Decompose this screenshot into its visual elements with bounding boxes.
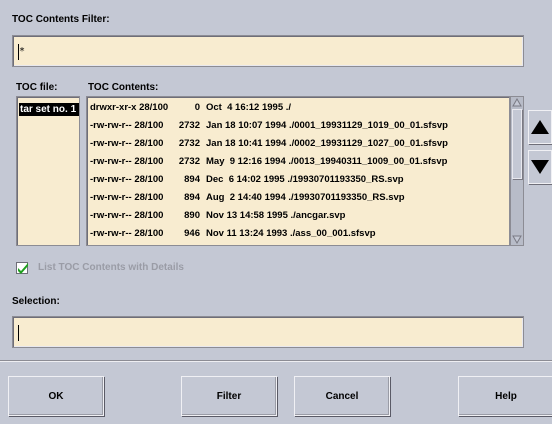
move-down-button[interactable] [528,150,552,184]
text-caret [18,325,19,341]
toc-row-filename: ./0013_19940311_1009_00_01.sfsvp [288,156,448,167]
arrow-up-icon [531,120,549,134]
toc-row-size: 2732 [178,138,200,149]
toc-contents-label: TOC Contents: [88,82,159,93]
scroll-up-icon[interactable] [512,98,522,108]
ok-button[interactable]: OK [8,376,104,416]
toc-row-size: 894 [184,192,200,203]
check-icon [18,263,28,274]
details-checkbox-label: List TOC Contents with Details [38,262,184,273]
toc-row-date: Jan 18 10:41 1994 [206,138,287,149]
scroll-down-icon[interactable] [512,234,522,244]
selection-label: Selection: [12,296,60,307]
toc-row-filename: ./ass_00_001.sfsvp [289,228,376,239]
toc-row-date: Nov 11 13:24 1993 [206,228,288,239]
toc-row-date: Oct 4 16:12 1995 [206,102,284,113]
toc-row-permissions: -rw-rw-r-- 28/100 [90,138,164,149]
filter-button[interactable]: Filter [181,376,277,416]
toc-row-size: 2732 [178,120,200,131]
toc-row-permissions: -rw-rw-r-- 28/100 [90,174,164,185]
toc-row-filename: ./19930701193350_RS.svp [287,174,404,185]
toc-file-list[interactable]: tar set no. 1 [16,96,80,246]
toc-contents-list[interactable]: drwxr-xr-x 28/100 0 Oct 4 16:12 1995 ./ -rw… [86,96,510,246]
toc-row-permissions: -rw-rw-r-- 28/100 [90,210,164,221]
toc-row-date: Dec 6 14:02 1995 [206,174,285,185]
details-checkbox[interactable] [16,262,28,274]
toc-row-size: 890 [184,210,200,221]
filter-input[interactable]: * [12,35,524,67]
toc-row-date: May 9 12:16 1994 [206,156,286,167]
toc-row[interactable]: -rw-rw-r-- 28/100 894 Aug 2 14:40 1994 ./1… [90,190,405,206]
toc-row-permissions: -rw-rw-r-- 28/100 [90,156,164,167]
toc-row-size: 0 [194,102,200,113]
arrow-down-icon [531,160,549,174]
toc-row-filename: ./19930701193350_RS.svp [288,192,405,203]
toc-row-permissions: -rw-rw-r-- 28/100 [90,192,164,203]
filter-label: TOC Contents Filter: [12,14,110,25]
toc-row-date: Aug 2 14:40 1994 [206,192,286,203]
toc-row-permissions: drwxr-xr-x 28/100 [90,102,169,113]
toc-file-label: TOC file: [16,82,58,93]
toc-row-size: 2732 [178,156,200,167]
toc-row-size: 946 [184,228,200,239]
toc-row-permissions: -rw-rw-r-- 28/100 [90,120,164,131]
toc-row[interactable]: -rw-rw-r-- 28/100 2732 Jan 18 10:41 1994 .… [90,136,448,152]
toc-row[interactable]: -rw-rw-r-- 28/100 2732 Jan 18 10:07 1994 .… [90,118,448,134]
scrollbar-thumb[interactable] [512,109,522,179]
toc-file-item[interactable]: tar set no. 1 [19,103,79,116]
separator [0,360,552,362]
toc-row-filename: ./0001_19931129_1019_00_01.sfsvp [288,120,448,131]
toc-row[interactable]: -rw-rw-r-- 28/100 894 Dec 6 14:02 1995 ./1… [90,172,404,188]
filter-value: * [19,46,26,57]
toc-row[interactable]: -rw-rw-r-- 28/100 2732 May 9 12:16 1994 ./… [90,154,447,170]
toc-contents-scrollbar[interactable] [510,96,524,246]
move-up-button[interactable] [528,110,552,144]
toc-row-date: Nov 13 14:58 1995 [206,210,288,221]
toc-row-filename: ./0002_19931129_1027_00_01.sfsvp [288,138,448,149]
toc-row-filename: ./ancgar.svp [290,210,346,221]
toc-row[interactable]: -rw-rw-r-- 28/100 946 Nov 11 13:24 1993 ./… [90,226,376,242]
help-button[interactable]: Help [458,376,552,416]
toc-row-permissions: -rw-rw-r-- 28/100 [90,228,164,239]
toc-row[interactable]: -rw-rw-r-- 28/100 890 Nov 13 14:58 1995 ./… [90,208,345,224]
toc-row-date: Jan 18 10:07 1994 [206,120,287,131]
cancel-button[interactable]: Cancel [294,376,390,416]
toc-row[interactable]: drwxr-xr-x 28/100 0 Oct 4 16:12 1995 ./ [90,100,291,116]
toc-row-size: 894 [184,174,200,185]
toc-row-filename: ./ [285,102,292,113]
selection-input[interactable] [12,316,524,348]
